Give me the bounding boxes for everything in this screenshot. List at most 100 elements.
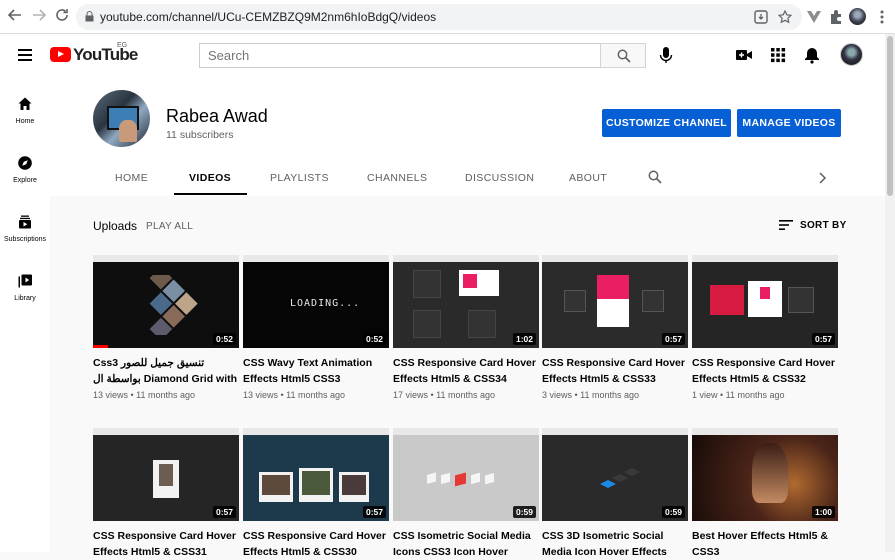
video-meta: 3 views • 11 months ago — [542, 390, 640, 400]
video-thumbnail[interactable]: 0:57 — [542, 255, 688, 348]
tab-videos[interactable]: VIDEOS — [189, 172, 231, 184]
menu-icon[interactable] — [18, 49, 32, 61]
channel-search-icon[interactable] — [648, 170, 662, 184]
country-code: EG — [117, 42, 128, 49]
video-card[interactable]: 0:59 CSS 3D Isometric Social Media Icon … — [542, 428, 688, 560]
back-arrow-icon[interactable] — [6, 8, 24, 26]
guide-label: Subscriptions — [3, 236, 47, 243]
video-title[interactable]: CSS Responsive Card Hover Effects Html5 … — [692, 355, 838, 387]
forward-arrow-icon[interactable] — [30, 8, 48, 26]
duration-badge: 0:57 — [362, 506, 386, 518]
upload-age: 11 months ago — [136, 390, 196, 400]
guide-label: Home — [15, 118, 35, 125]
video-title[interactable]: CSS Responsive Card Hover Effects Html5 … — [243, 528, 389, 560]
isometric-icons-thumbnail-art — [427, 472, 494, 487]
duration-badge: 0:59 — [661, 506, 685, 518]
manage-videos-button[interactable]: MANAGE VIDEOS — [737, 109, 841, 137]
search-button[interactable] — [600, 43, 646, 68]
thumbnail-loading-text: LOADING... — [290, 298, 361, 309]
video-thumbnail[interactable]: 0:59 — [542, 428, 688, 521]
video-title[interactable]: CSS Responsive Card Hover Effects Html5 … — [93, 528, 239, 560]
guide-item-library[interactable]: Library — [0, 273, 50, 302]
sort-by-button[interactable]: SORT BY — [800, 220, 847, 231]
install-icon[interactable] — [754, 10, 768, 24]
logo-text: YouTube — [73, 45, 138, 64]
video-title[interactable]: CSS Responsive Card Hover Effects Html5 … — [542, 355, 688, 387]
video-card[interactable]: 0:52 Css3 تنسيق جميل للصور بواسطة ال Dia… — [93, 255, 239, 400]
video-thumbnail[interactable]: 0:59 — [393, 428, 539, 521]
video-thumbnail[interactable]: 1:02 — [393, 255, 539, 348]
tab-home[interactable]: HOME — [115, 172, 148, 184]
address-bar[interactable]: youtube.com/channel/UCu-CEMZBZQ9M2nm6hIo… — [76, 4, 802, 30]
vue-extension-icon[interactable] — [806, 9, 822, 25]
video-card[interactable]: 0:59 CSS Isometric Social Media Icons CS… — [393, 428, 539, 560]
customize-channel-button[interactable]: CUSTOMIZE CHANNEL — [602, 109, 731, 137]
video-thumbnail[interactable]: LOADING... 0:52 — [243, 255, 389, 348]
video-meta: 13 views • 11 months ago — [93, 390, 196, 400]
microphone-icon[interactable] — [655, 44, 677, 66]
sort-icon[interactable] — [779, 219, 793, 231]
channel-avatar — [93, 90, 150, 147]
video-card[interactable]: LOADING... 0:52 CSS Wavy Text Animation … — [243, 255, 389, 400]
video-title[interactable]: CSS Wavy Text Animation Effects Html5 CS… — [243, 355, 389, 387]
view-count: 3 views — [542, 390, 573, 400]
upload-age: 11 months ago — [725, 390, 785, 400]
video-meta: 17 views • 11 months ago — [393, 390, 496, 400]
3d-icon-thumbnail-art — [600, 468, 640, 488]
video-title[interactable]: Css3 تنسيق جميل للصور بواسطة ال Diamond … — [93, 355, 239, 387]
scrollbar-thumb[interactable] — [887, 36, 893, 196]
video-title[interactable]: CSS Responsive Card Hover Effects Html5 … — [393, 355, 539, 387]
search-box[interactable] — [199, 43, 601, 68]
play-all-button[interactable]: PLAY ALL — [146, 221, 193, 232]
reload-icon[interactable] — [53, 8, 71, 26]
tab-about[interactable]: ABOUT — [569, 172, 607, 184]
puzzle-extensions-icon[interactable] — [828, 9, 844, 25]
video-thumbnail[interactable]: 0:57 — [692, 255, 838, 348]
video-title[interactable]: CSS Isometric Social Media Icons CSS3 Ic… — [393, 528, 539, 560]
video-card[interactable]: 1:02 CSS Responsive Card Hover Effects H… — [393, 255, 539, 400]
video-thumbnail[interactable]: 0:57 — [243, 428, 389, 521]
youtube-play-icon — [50, 47, 71, 62]
tab-channels[interactable]: CHANNELS — [367, 172, 427, 184]
profile-avatar-icon[interactable] — [849, 8, 866, 25]
video-title[interactable]: CSS 3D Isometric Social Media Icon Hover… — [542, 528, 688, 560]
subscriptions-icon — [19, 215, 31, 229]
notifications-bell-icon[interactable] — [803, 46, 821, 64]
video-thumbnail[interactable]: 1:00 — [692, 428, 838, 521]
duration-badge: 1:00 — [811, 506, 835, 518]
guide-item-explore[interactable]: Explore — [0, 155, 50, 184]
url-text: youtube.com/channel/UCu-CEMZBZQ9M2nm6hIo… — [100, 10, 437, 24]
video-thumbnail[interactable]: 0:52 — [93, 255, 239, 348]
bookmark-star-icon[interactable] — [778, 10, 792, 24]
apps-grid-icon[interactable] — [769, 46, 787, 64]
create-video-icon[interactable] — [735, 46, 753, 64]
video-thumbnail[interactable]: 0:57 — [93, 428, 239, 521]
channel-name: Rabea Awad — [166, 106, 268, 126]
diamond-grid-thumbnail-art — [149, 275, 198, 335]
guide-item-subscriptions[interactable]: Subscriptions — [0, 214, 50, 243]
account-avatar[interactable] — [840, 43, 863, 66]
video-card[interactable]: 0:57 CSS Responsive Card Hover Effects H… — [243, 428, 389, 560]
video-title[interactable]: Best Hover Effects Html5 & CSS3 — [692, 528, 838, 560]
page-scrollbar[interactable] — [885, 34, 895, 552]
duration-badge: 0:59 — [512, 506, 536, 518]
subscriber-count: 11 subscribers — [166, 129, 234, 141]
duration-badge: 0:57 — [811, 333, 835, 345]
browser-toolbar: youtube.com/channel/UCu-CEMZBZQ9M2nm6hIo… — [0, 0, 895, 34]
duration-badge: 0:52 — [212, 333, 236, 345]
chevron-right-icon[interactable] — [817, 172, 827, 184]
guide-item-home[interactable]: Home — [0, 96, 50, 125]
search-input[interactable] — [200, 44, 601, 67]
upload-age: 11 months ago — [436, 390, 496, 400]
video-card[interactable]: 0:57 CSS Responsive Card Hover Effects H… — [93, 428, 239, 560]
upload-age: 11 months ago — [580, 390, 640, 400]
video-card[interactable]: 1:00 Best Hover Effects Html5 & CSS3 — [692, 428, 838, 560]
video-card[interactable]: 0:57 CSS Responsive Card Hover Effects H… — [692, 255, 838, 400]
library-icon — [18, 274, 32, 288]
video-card[interactable]: 0:57 CSS Responsive Card Hover Effects H… — [542, 255, 688, 400]
tab-playlists[interactable]: PLAYLISTS — [270, 172, 329, 184]
video-meta: 1 view • 11 months ago — [692, 390, 785, 400]
more-vert-icon[interactable] — [874, 9, 890, 25]
duration-badge: 0:52 — [362, 333, 386, 345]
tab-discussion[interactable]: DISCUSSION — [465, 172, 534, 184]
